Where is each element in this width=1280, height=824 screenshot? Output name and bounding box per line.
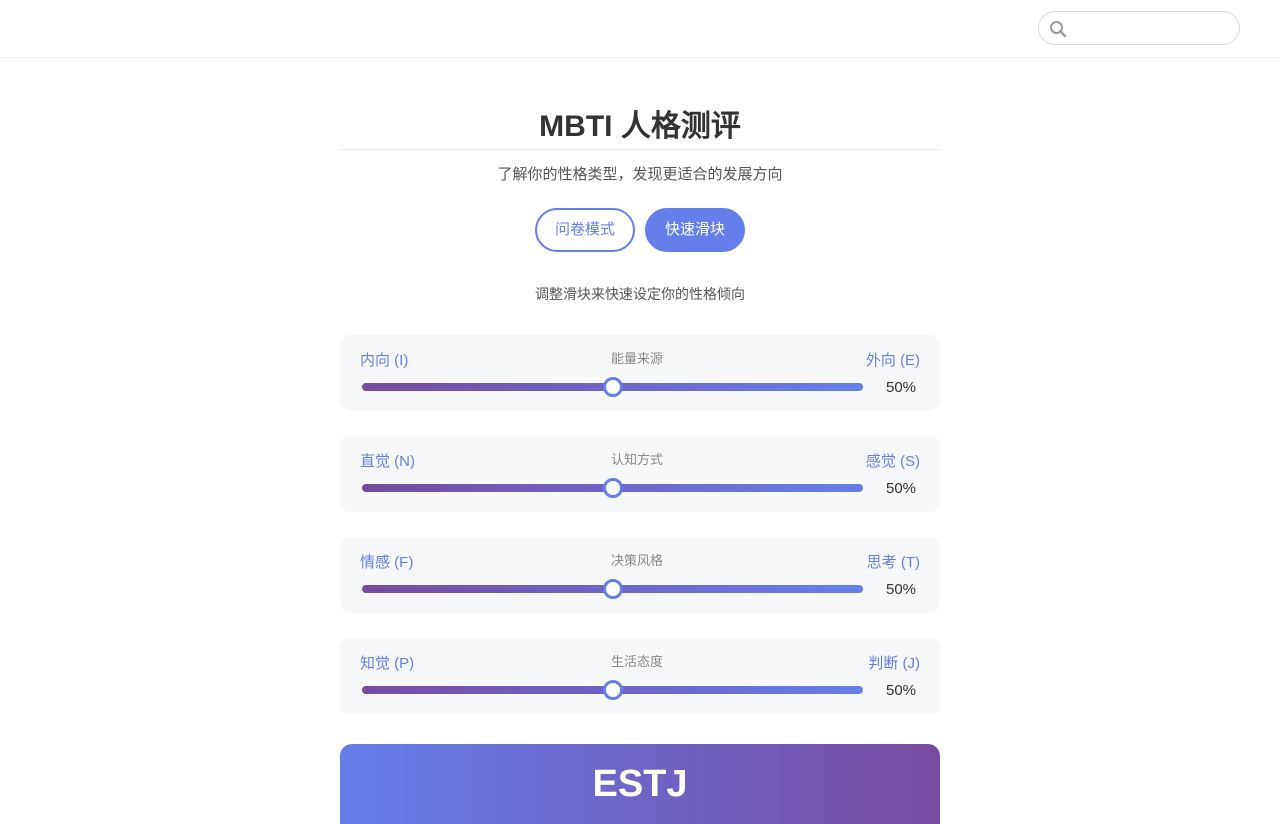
slider-percent: 50%	[886, 379, 917, 396]
page-title: MBTI 人格测评	[539, 110, 741, 143]
search-icon	[1050, 21, 1067, 38]
slider-card-perception: 直觉 (N) 认知方式 感觉 (S) 50%	[340, 436, 940, 512]
slider-card-energy: 内向 (I) 能量来源 外向 (E) 50%	[340, 335, 940, 411]
top-bar	[0, 0, 1280, 58]
page-subtitle: 了解你的性格类型，发现更适合的发展方向	[497, 166, 783, 183]
slider-right-label: 感觉 (S)	[865, 453, 920, 470]
result-type: ESTJ	[592, 763, 688, 805]
slider-dimension-label: 能量来源	[610, 351, 663, 366]
slider-card-decision: 情感 (F) 决策风格 思考 (T) 50%	[340, 537, 940, 613]
slider-thumb[interactable]	[602, 377, 623, 397]
slider-dimension-label: 认知方式	[610, 452, 663, 467]
search-input[interactable]	[1071, 13, 1231, 43]
slider-thumb[interactable]	[602, 579, 623, 599]
slider-percent: 50%	[886, 581, 917, 598]
slider-right-label: 思考 (T)	[866, 554, 920, 571]
result-card: ESTJ	[340, 744, 940, 824]
title-divider	[340, 149, 940, 150]
slider-right-label: 判断 (J)	[868, 655, 920, 672]
slider-dimension-label: 决策风格	[610, 553, 663, 568]
slider-card-lifestyle: 知觉 (P) 生活态度 判断 (J) 50%	[340, 638, 940, 714]
slider-hint: 调整滑块来快速设定你的性格倾向	[535, 286, 745, 302]
slider-percent: 50%	[886, 682, 917, 699]
slider-percent: 50%	[886, 480, 917, 497]
slider-right-label: 外向 (E)	[865, 352, 920, 369]
slider-dimension-label: 生活态度	[610, 654, 663, 669]
slider-mode-button[interactable]: 快速滑块	[645, 208, 745, 252]
search-box[interactable]	[1038, 11, 1240, 45]
slider-thumb[interactable]	[602, 478, 623, 498]
questionnaire-mode-button[interactable]: 问卷模式	[535, 208, 635, 252]
slider-thumb[interactable]	[602, 680, 623, 700]
main-content: MBTI 人格测评 了解你的性格类型，发现更适合的发展方向 问卷模式 快速滑块 …	[340, 58, 940, 824]
